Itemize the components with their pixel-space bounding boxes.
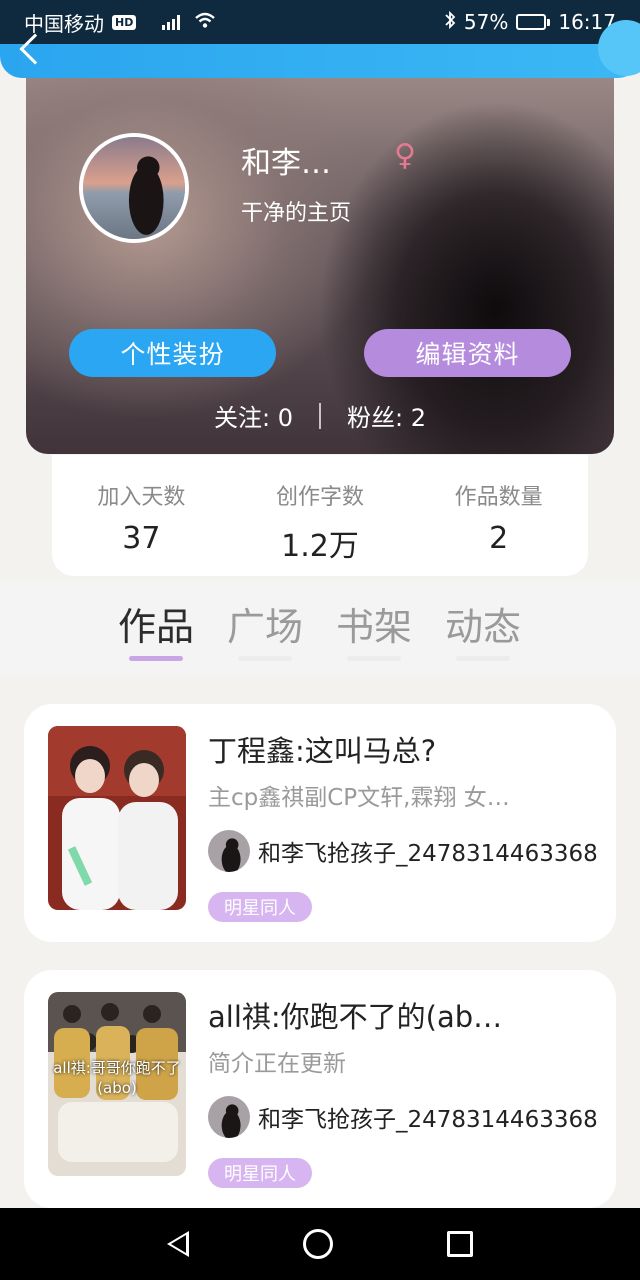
work-description: 主cp鑫祺副CP文轩,霖翔 女…	[208, 785, 510, 811]
personalize-button[interactable]: 个性装扮	[69, 329, 276, 377]
stat-label: 加入天数	[97, 485, 186, 510]
following-count: 0	[277, 404, 293, 432]
avatar	[208, 1096, 250, 1138]
tab-label: 作品	[117, 605, 194, 649]
tab-activity[interactable]: 动态	[428, 596, 538, 661]
followers-label: 粉丝:	[347, 404, 404, 432]
hd-badge: HD	[112, 14, 137, 30]
avatar[interactable]	[79, 133, 189, 243]
author-name: 和李飞抢孩子_2478314463368	[258, 841, 598, 867]
work-card[interactable]: 丁程鑫:这叫马总? 主cp鑫祺副CP文轩,霖翔 女… 和李飞抢孩子_247831…	[24, 704, 616, 942]
stat-works-count: 作品数量 2	[409, 455, 588, 576]
tab-indicator	[347, 656, 401, 661]
profile-subtitle: 干净的主页	[241, 201, 352, 226]
tab-square[interactable]: 广场	[210, 596, 320, 661]
profile-card: 和李… ♀ 干净的主页 个性装扮 编辑资料 关注: 0 粉丝: 2	[26, 70, 614, 454]
tab-works[interactable]: 作品	[101, 596, 211, 661]
avatar	[208, 830, 250, 872]
tab-bookshelf[interactable]: 书架	[319, 596, 429, 661]
stat-word-count: 创作字数 1.2万	[231, 455, 410, 576]
stat-join-days: 加入天数 37	[52, 455, 231, 576]
tab-label: 动态	[444, 605, 521, 649]
stat-label: 作品数量	[454, 485, 543, 510]
system-nav-bar	[0, 1208, 640, 1280]
work-cover[interactable]	[48, 726, 186, 910]
header-decoration	[598, 20, 640, 76]
stat-value: 2	[489, 521, 509, 556]
work-title: 丁程鑫:这叫马总?	[208, 734, 437, 768]
tab-indicator	[238, 656, 292, 661]
author-row: 和李飞抢孩子_2478314463368	[208, 830, 598, 872]
work-card[interactable]: all祺:哥哥你跑不了(abo) all祺:你跑不了的(ab… 简介正在更新 和…	[24, 970, 616, 1208]
following-label: 关注:	[213, 404, 271, 432]
wifi-icon	[194, 11, 216, 34]
stat-value: 1.2万	[281, 529, 359, 564]
bluetooth-icon	[444, 10, 456, 35]
profile-name: 和李…	[241, 146, 331, 181]
following-link[interactable]: 关注: 0	[214, 398, 293, 433]
triangle-back-icon[interactable]	[167, 1231, 189, 1257]
header-bar	[0, 20, 640, 78]
battery-icon	[516, 14, 551, 30]
work-description: 简介正在更新	[208, 1051, 346, 1077]
battery-percent: 57%	[463, 10, 509, 34]
author-row: 和李飞抢孩子_2478314463368	[208, 1096, 598, 1138]
tab-label: 广场	[226, 605, 303, 649]
work-title: all祺:你跑不了的(ab…	[208, 1000, 503, 1034]
signal-icon	[162, 14, 181, 30]
female-icon: ♀	[394, 138, 416, 173]
category-tag: 明星同人	[208, 1158, 312, 1188]
follow-divider	[319, 402, 321, 429]
cover-caption: all祺:哥哥你跑不了(abo)	[53, 1059, 181, 1097]
author-name: 和李飞抢孩子_2478314463368	[258, 1107, 598, 1133]
square-recent-icon[interactable]	[447, 1231, 473, 1257]
stat-value: 37	[122, 521, 161, 556]
edit-profile-button[interactable]: 编辑资料	[364, 329, 571, 377]
tab-label: 书架	[335, 605, 412, 649]
carrier-text: 中国移动	[24, 11, 104, 36]
status-bar: 中国移动 HD 57% 16:17	[0, 0, 640, 44]
tab-indicator	[456, 656, 510, 661]
tab-indicator	[129, 656, 183, 661]
tab-bar: 作品 广场 书架 动态	[0, 580, 640, 676]
follow-stats: 关注: 0 粉丝: 2	[26, 398, 614, 433]
followers-count: 2	[410, 404, 427, 432]
category-tag: 明星同人	[208, 892, 312, 922]
followers-link[interactable]: 粉丝: 2	[347, 398, 426, 433]
circle-home-icon[interactable]	[303, 1229, 333, 1259]
stat-label: 创作字数	[276, 485, 365, 510]
stats-card: 加入天数 37 创作字数 1.2万 作品数量 2	[52, 455, 588, 576]
work-cover[interactable]: all祺:哥哥你跑不了(abo)	[48, 992, 186, 1176]
